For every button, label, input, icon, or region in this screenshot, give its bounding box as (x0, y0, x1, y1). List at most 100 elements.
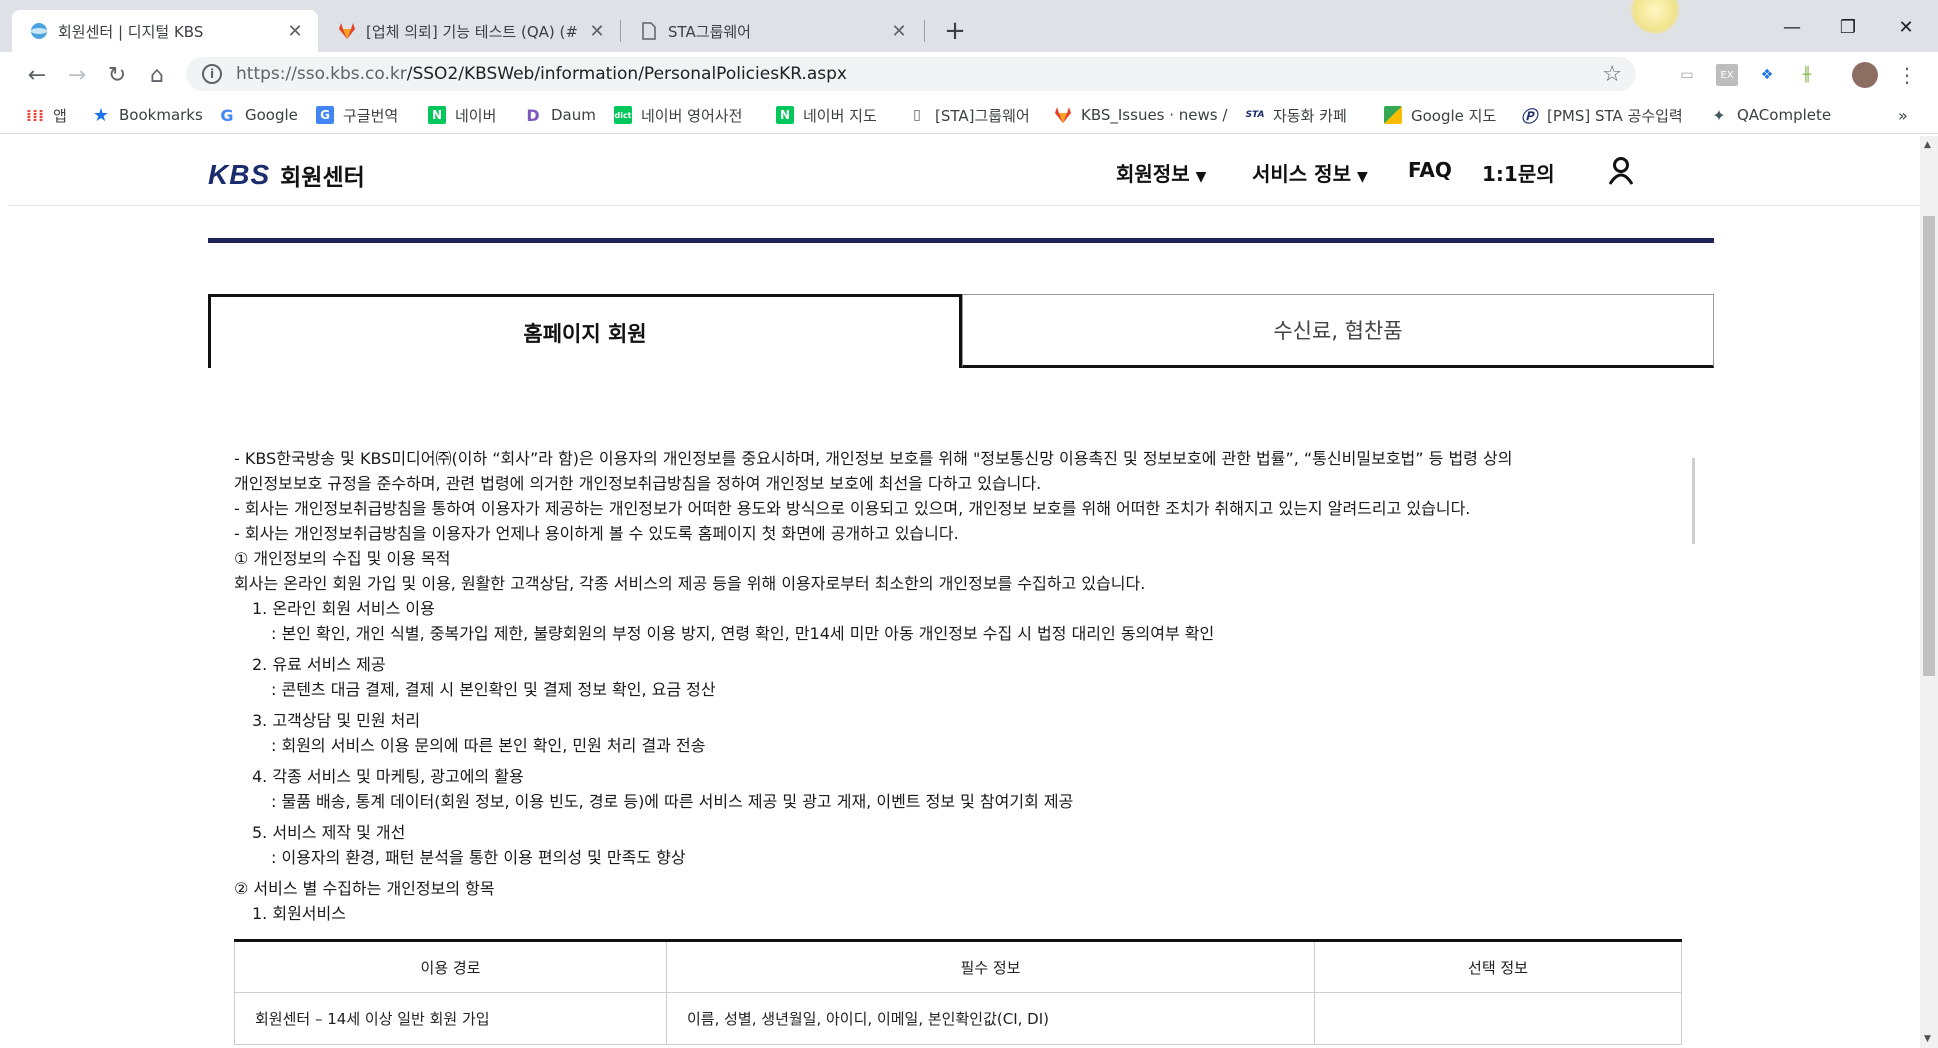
policy-text: - 회사는 개인정보취급방침을 통하여 이용자가 제공하는 개인정보가 어떠한 … (234, 499, 1471, 518)
bookmark-auto-cafe[interactable]: STA 자동화 카페 (1246, 104, 1347, 126)
bookmark-google[interactable]: G Google (218, 104, 298, 126)
bookmark-naver-map[interactable]: N 네이버 지도 (776, 104, 877, 126)
list-item-title: 4. 각종 서비스 및 마케팅, 광고에의 활용 (252, 767, 524, 786)
home-icon[interactable]: ⌂ (142, 60, 172, 90)
minimize-window-button[interactable]: — (1774, 12, 1810, 42)
scrollbar-thumb[interactable] (1923, 216, 1935, 676)
user-icon[interactable] (1606, 156, 1636, 186)
address-bar[interactable]: i https://sso.kbs.co.kr/SSO2/KBSWeb/info… (186, 57, 1636, 91)
column-header: 이용 경로 (234, 939, 667, 993)
close-tab-icon[interactable]: ✕ (888, 20, 910, 42)
tab-strip: 회원센터 | 디지털 KBS ✕ [업체 의뢰] 기능 테스트 (QA) (# … (0, 0, 1938, 52)
nav-service-info[interactable]: 서비스 정보 ▼ (1252, 158, 1368, 187)
list-item-title: 1. 회원서비스 (252, 904, 346, 923)
caret-down-icon: ▼ (1195, 169, 1207, 185)
back-arrow-icon[interactable]: ← (22, 60, 52, 90)
forward-arrow-icon[interactable]: → (62, 60, 92, 90)
bookmark-label: KBS_Issues · news / (1081, 106, 1228, 124)
scroll-down-icon[interactable]: ▼ (1924, 1034, 1931, 1044)
section-divider (208, 238, 1714, 243)
close-window-button[interactable]: ✕ (1888, 12, 1924, 42)
daum-icon: D (526, 105, 540, 125)
table-cell: 이름, 성별, 생년월일, 아이디, 이메일, 본인확인값(CI, DI) (666, 992, 1315, 1045)
star-icon: ★ (92, 104, 110, 126)
nav-label: 회원정보 (1116, 162, 1190, 186)
sta-icon: STA (1245, 110, 1265, 120)
policy-text: 개인정보보호 규정을 준수하며, 관련 법령에 의거한 개인정보취급방침을 정하… (234, 474, 1042, 493)
gitlab-icon (338, 22, 356, 40)
extension-diamond-icon[interactable]: ❖ (1756, 64, 1778, 86)
profile-avatar[interactable] (1852, 62, 1878, 88)
bookmark-label: Google (245, 106, 298, 124)
site-logo[interactable]: KBS 회원센터 (208, 158, 365, 192)
nav-inquiry[interactable]: 1:1문의 (1482, 158, 1555, 187)
kbs-globe-icon (30, 22, 48, 40)
nav-faq[interactable]: FAQ (1408, 158, 1452, 182)
list-item-desc: : 회원의 서비스 이용 문의에 따른 본인 확인, 민원 처리 결과 전송 (271, 736, 706, 755)
privacy-policy-content: - KBS한국방송 및 KBS미디어㈜(이하 “회사”라 함)은 이용자의 개인… (234, 446, 1704, 926)
bookmark-qacomplete[interactable]: ✦ QAComplete (1710, 104, 1831, 126)
bookmark-naver-dict[interactable]: dict 네이버 영어사전 (614, 104, 742, 126)
bookmark-label: [STA]그룹웨어 (935, 106, 1030, 125)
browser-toolbar: ← → ↻ ⌂ i https://sso.kbs.co.kr/SSO2/KBS… (0, 52, 1938, 96)
bookmark-google-translate[interactable]: G 구글번역 (316, 104, 398, 126)
bookmarks-bar: ⁞⁞⁞ 앱 ★ Bookmarks G Google G 구글번역 N 네이버 … (0, 96, 1938, 134)
bookmark-bookmarks[interactable]: ★ Bookmarks (92, 104, 203, 126)
extension-ladder-icon[interactable]: ╫ (1796, 64, 1818, 86)
browser-tab-groupware[interactable]: STA그룹웨어 ✕ (622, 10, 922, 52)
bookmark-star-icon[interactable]: ☆ (1602, 62, 1622, 87)
bookmark-pms[interactable]: Ⓟ [PMS] STA 공수입력 (1520, 104, 1683, 127)
bookmark-sta-groupware[interactable]: ▯ [STA]그룹웨어 (908, 104, 1030, 126)
nav-label: 서비스 정보 (1252, 162, 1351, 186)
pms-icon: Ⓟ (1520, 107, 1537, 126)
list-item-title: 3. 고객상담 및 민원 처리 (252, 711, 421, 730)
browser-chrome: 회원센터 | 디지털 KBS ✕ [업체 의뢰] 기능 테스트 (QA) (# … (0, 0, 1938, 138)
tab-license-fee[interactable]: 수신료, 협찬품 (962, 294, 1714, 368)
nav-member-info[interactable]: 회원정보 ▼ (1116, 158, 1206, 187)
more-bookmarks-button[interactable]: » (1898, 104, 1908, 126)
close-tab-icon[interactable]: ✕ (586, 20, 608, 42)
bookmark-google-maps[interactable]: Google 지도 (1384, 104, 1496, 126)
tab-title: [업체 의뢰] 기능 테스트 (QA) (# (366, 22, 578, 41)
extension-screen-icon[interactable]: ▭ (1676, 64, 1698, 86)
table-header-row: 이용 경로 필수 정보 선택 정보 (234, 939, 1682, 993)
bookmark-daum[interactable]: D Daum (524, 104, 596, 126)
browser-tab-gitlab[interactable]: [업체 의뢰] 기능 테스트 (QA) (# ✕ (320, 10, 620, 52)
page-scrollbar[interactable]: ▲ ▼ (1920, 136, 1938, 1048)
extension-ex-icon[interactable]: EX (1716, 64, 1738, 86)
section-title: ② 서비스 별 수집하는 개인정보의 항목 (234, 879, 495, 898)
page-icon: ▯ (913, 107, 921, 123)
bookmark-label: [PMS] STA 공수입력 (1547, 106, 1683, 125)
bookmark-label: Google 지도 (1411, 106, 1497, 125)
bookmark-label: 네이버 (455, 106, 497, 125)
inner-scrollbar[interactable] (1692, 458, 1695, 544)
bookmark-label: 앱 (53, 106, 67, 125)
bookmark-naver[interactable]: N 네이버 (428, 104, 496, 126)
site-header: KBS 회원센터 회원정보 ▼ 서비스 정보 ▼ FAQ 1:1문의 (8, 136, 1920, 206)
list-item-desc: : 본인 확인, 개인 식별, 중복가입 제한, 불량회원의 부정 이용 방지,… (271, 624, 1215, 643)
tab-homepage-member[interactable]: 홈페이지 회원 (208, 294, 962, 368)
google-icon: G (220, 105, 234, 125)
qacomplete-icon: ✦ (1712, 105, 1726, 125)
bookmark-apps[interactable]: ⁞⁞⁞ 앱 (26, 104, 67, 126)
new-tab-button[interactable]: + (938, 14, 972, 48)
restore-window-button[interactable]: ❐ (1830, 12, 1866, 42)
site-info-icon[interactable]: i (202, 64, 222, 84)
collected-info-table: 이용 경로 필수 정보 선택 정보 회원센터 – 14세 이상 일반 회원 가입… (234, 939, 1682, 1045)
menu-kebab-icon[interactable]: ⋮ (1896, 63, 1918, 87)
close-tab-icon[interactable]: ✕ (284, 20, 306, 42)
policy-text: - KBS한국방송 및 KBS미디어㈜(이하 “회사”라 함)은 이용자의 개인… (234, 449, 1513, 468)
bookmark-label: QAComplete (1737, 106, 1832, 124)
apps-grid-icon: ⁞⁞⁞ (25, 105, 45, 125)
bookmark-label: 네이버 영어사전 (641, 106, 743, 125)
browser-tab-kbs[interactable]: 회원센터 | 디지털 KBS ✕ (12, 10, 318, 52)
scroll-up-icon[interactable]: ▲ (1924, 140, 1931, 150)
bookmark-kbs-issues[interactable]: KBS_Issues · news / (1054, 104, 1227, 126)
google-translate-icon: G (316, 106, 334, 124)
section-title: ① 개인정보의 수집 및 이용 목적 (234, 549, 451, 568)
naver-icon: N (428, 106, 446, 124)
google-maps-icon (1384, 106, 1402, 124)
page-viewport: KBS 회원센터 회원정보 ▼ 서비스 정보 ▼ FAQ 1:1문의 홈페이지 회원… (8, 136, 1920, 1048)
gitlab-icon (1054, 106, 1072, 124)
reload-icon[interactable]: ↻ (102, 60, 132, 90)
